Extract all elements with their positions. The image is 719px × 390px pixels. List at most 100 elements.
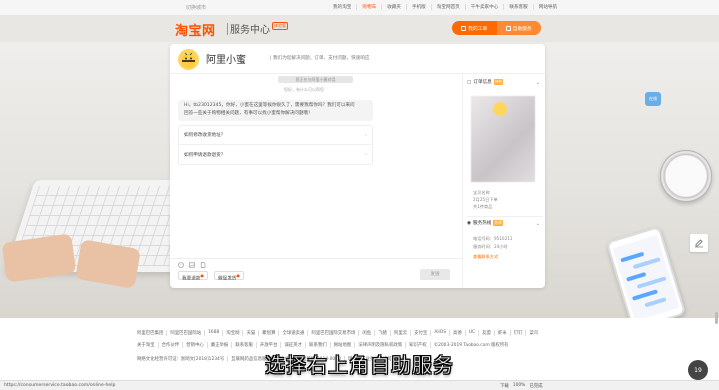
footer-link[interactable]: 淘宝网 (223, 330, 244, 336)
bee-icon (181, 52, 196, 68)
footer-link[interactable]: 聚划算 (259, 330, 280, 336)
product-thumbnail-blurred[interactable] (471, 96, 535, 182)
emoji-icon[interactable] (178, 262, 184, 268)
footer-link[interactable]: 关于淘宝 (134, 342, 159, 348)
footer-link[interactable]: 钉钉 (511, 330, 527, 336)
self-service-button[interactable]: 自助服务 (496, 21, 541, 35)
top-link-customer-service[interactable]: 联系客服 (504, 4, 534, 10)
order-line: 2月25日下单 (473, 197, 498, 202)
top-navbar: 切换城市 我的淘宝 购物车 收藏夹 手机版 淘宝网首页 千牛卖家中心 联系客服 … (0, 0, 719, 16)
footer-link[interactable]: 联系客服 (232, 342, 257, 348)
status-zoom[interactable]: 100% (513, 383, 526, 389)
service-title: 服务热线 (473, 221, 492, 226)
message-input-area[interactable]: 发送 (170, 258, 462, 288)
footer-link[interactable]: 网站地图 (331, 342, 356, 348)
footer-link[interactable]: 联系我们 (306, 342, 331, 348)
service-section-header[interactable]: ◉ 服务热线 热线 (467, 220, 503, 226)
city-switch[interactable]: 切换城市 (186, 4, 206, 11)
top-link-home[interactable]: 淘宝网首页 (432, 4, 466, 10)
footer-link[interactable]: 阿里云 (391, 330, 412, 336)
footer-copyright: ©2003-2019 Taobao.com 版权所有 (433, 343, 509, 348)
faq-item[interactable]: 如何申请退款退货？ › (179, 145, 372, 164)
order-badge: 待收 (493, 79, 504, 85)
footer-link[interactable]: 阿里巴巴国际交易市场 (308, 330, 360, 336)
greeting-line-2: 回答一些关于购物相关问题，有事可以找小蜜帮你解决问题哦！ (184, 111, 313, 116)
footer-link[interactable]: 天猫 (243, 330, 260, 336)
footer-link[interactable]: 高德 (450, 330, 466, 336)
footer-link[interactable]: 1688 (205, 330, 224, 336)
top-link-seller-center[interactable]: 千牛卖家中心 (466, 4, 505, 10)
order-section-header[interactable]: ▢ 订单信息 待收 (467, 79, 504, 85)
faq-item[interactable]: 如何修改收货地址？ › (179, 126, 372, 145)
ticket-icon (461, 25, 467, 31)
scrollbar-thumb[interactable] (715, 312, 718, 324)
footer-link[interactable]: 闲鱼 (359, 330, 376, 336)
greeting-line-1: Hi，tb23012345，你好，小蜜在这里等候你很久了，需要我帮你吗？我们可以… (184, 103, 355, 108)
chevron-down-icon[interactable]: ⌄ (536, 80, 540, 86)
top-link-site-map[interactable]: 网站导航 (534, 4, 562, 10)
file-icon[interactable] (200, 262, 206, 268)
self-service-icon (505, 25, 511, 31)
system-subtext: 您好，有什么可以帮您 (284, 87, 324, 92)
footer-link[interactable]: 诚征英才 (281, 342, 307, 348)
logo-divider (227, 23, 228, 35)
bot-description: | 我们为您解决问题，订单、支付问题，快速响应 (270, 56, 370, 61)
footer-link[interactable]: UC (466, 330, 480, 336)
chevron-down-icon[interactable]: ⌄ (536, 221, 540, 227)
chat-panel: 阿里小蜜 | 我们为您解决问题，订单、支付问题，快速响应 您正在与阿里小蜜对话 … (170, 44, 545, 288)
info-sidebar: ▢ 订单信息 待收 ⌄ 宝贝名称 2月25日下单 共1件商品 ◉ 服务热线 热线… (462, 74, 545, 288)
my-tickets-button[interactable]: 我的工单 (452, 21, 497, 35)
status-download[interactable]: 下载 (500, 383, 509, 389)
beta-badge: 体验版 (272, 22, 288, 30)
online-float-badge[interactable]: 在线 (645, 92, 661, 106)
service-line: 服务时间：24小时 (473, 244, 508, 249)
system-chip: 您正在与阿里小蜜对话 (278, 76, 353, 83)
header-button-group: 我的工单 自助服务 (452, 21, 541, 35)
image-icon[interactable] (189, 262, 195, 268)
faq-list: 如何修改收货地址？ › 如何申请退款退货？ › (178, 125, 373, 165)
footer-link[interactable]: 开放平台 (257, 342, 282, 348)
footer-link[interactable]: 支付宝 (411, 330, 432, 336)
top-link-favorites[interactable]: 收藏夹 (382, 4, 407, 10)
service-badge: 热线 (493, 220, 503, 226)
footer-link[interactable]: 友盟 (479, 330, 495, 336)
footer-link[interactable]: 阿里巴巴集团 (134, 330, 168, 336)
footer-link[interactable]: 法律声明及隐私权政策 (355, 342, 407, 348)
bot-name: 阿里小蜜 (206, 55, 246, 66)
footer-link[interactable]: AliOS (431, 330, 451, 336)
footer-link[interactable]: 廉正举报 (208, 342, 233, 348)
status-items: 下载 100% 已完成 (500, 383, 543, 389)
status-done: 已完成 (529, 384, 543, 389)
footer-partner-links: 阿里巴巴集团 阿里巴巴国际站 1688 淘宝网 天猫 聚划算 全球速卖通 阿里巴… (134, 330, 541, 336)
order-line: 宝贝名称 (473, 190, 490, 195)
top-link-my-taobao[interactable]: 我的淘宝 (328, 4, 358, 10)
video-subtitle: 选择右上角自助服务 (265, 353, 454, 378)
chat-header: 阿里小蜜 | 我们为您解决问题，订单、支付问题，快速响应 (170, 44, 545, 74)
footer-link[interactable]: 虾米 (495, 330, 511, 336)
page-header: 淘宝网 服务中心 体验版 我的工单 自助服务 (0, 16, 719, 42)
service-center-title: 服务中心 (230, 25, 270, 36)
my-tickets-label: 我的工单 (468, 26, 488, 32)
bot-avatar (178, 49, 199, 70)
top-nav-links: 我的淘宝 购物车 收藏夹 手机版 淘宝网首页 千牛卖家中心 联系客服 网站导航 (328, 4, 562, 10)
stopwatch-image (660, 150, 712, 202)
feedback-edit-button[interactable] (690, 234, 708, 252)
footer-link[interactable]: 知识产权 (406, 342, 431, 348)
browser-status-bar: https://consumerservice.taobao.com/onlin… (0, 380, 719, 390)
footer-link[interactable]: 合作伙伴 (159, 342, 184, 348)
top-link-cart[interactable]: 购物车 (357, 4, 383, 10)
send-button[interactable]: 发送 (420, 269, 450, 280)
footer-link[interactable]: 营销中心 (183, 342, 208, 348)
taobao-logo[interactable]: 淘宝网 (175, 20, 216, 39)
corner-timer-badge[interactable]: 19 (688, 360, 708, 380)
service-contact-link[interactable]: 查看联系方式 (473, 254, 498, 260)
faq-question: 如何修改收货地址？ (184, 133, 226, 138)
footer-link[interactable]: 菜鸟 (526, 330, 541, 336)
footer-link[interactable]: 全球速卖通 (279, 330, 309, 336)
footer-link[interactable]: 阿里巴巴国际站 (167, 330, 206, 336)
footer-link[interactable]: 飞猪 (375, 330, 391, 336)
top-link-mobile[interactable]: 手机版 (407, 4, 432, 10)
chat-area: 您正在与阿里小蜜对话 您好，有什么可以帮您 Hi，tb23012345，你好，小… (174, 74, 462, 288)
self-service-label: 自助服务 (512, 26, 532, 32)
status-url: https://consumerservice.taobao.com/onlin… (4, 383, 116, 388)
